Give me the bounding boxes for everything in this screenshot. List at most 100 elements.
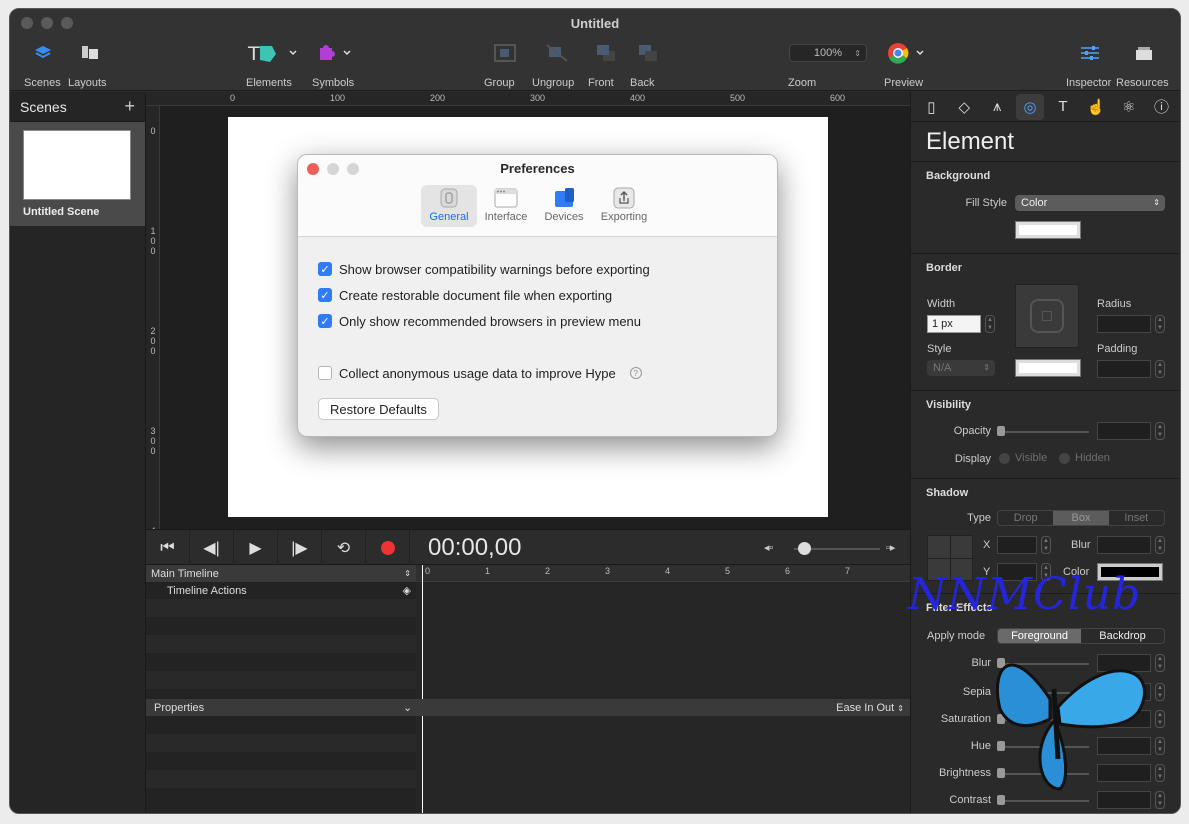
back-toolbar-button[interactable]: Back xyxy=(630,39,666,89)
play-button[interactable]: ▶︎ xyxy=(234,530,278,566)
scenes-toolbar-button[interactable]: Scenes xyxy=(24,39,62,89)
go-to-start-button[interactable]: ⏮ xyxy=(146,530,190,566)
zoom-field[interactable]: 100% ⇕ xyxy=(789,44,867,62)
inspector-toolbar-button[interactable]: Inspector xyxy=(1066,39,1114,89)
tab-interface[interactable]: Interface xyxy=(478,185,534,227)
shadow-x-stepper[interactable]: ▲ ▼ xyxy=(1041,536,1051,554)
tab-general[interactable]: General xyxy=(421,185,477,227)
fill-style-label: Fill Style xyxy=(965,197,1007,209)
visibility-title: Visibility xyxy=(926,399,972,411)
step-forward-button[interactable]: |▶︎ xyxy=(278,530,322,566)
recommended-browsers-checkbox[interactable]: ✓ Only show recommended browsers in prev… xyxy=(318,308,777,334)
usage-data-checkbox[interactable]: Collect anonymous usage data to improve … xyxy=(318,360,777,386)
timecode-display: 00:00,00 xyxy=(428,534,522,561)
info-icon[interactable]: ⓘ xyxy=(1148,94,1176,120)
timeline-zoom-slider[interactable] xyxy=(794,542,880,555)
scenes-panel: Scenes + Untitled Scene xyxy=(10,92,146,813)
ungroup-toolbar-button[interactable]: Ungroup xyxy=(532,39,582,89)
inspector-title: Element xyxy=(911,122,1180,162)
group-icon xyxy=(484,39,526,67)
padding-field[interactable] xyxy=(1097,360,1151,378)
opacity-stepper[interactable]: ▲ ▼ xyxy=(1155,422,1165,440)
radius-stepper[interactable]: ▲ ▼ xyxy=(1155,315,1165,333)
shadow-type-box[interactable]: Box xyxy=(1053,511,1109,525)
display-label: Display xyxy=(954,453,991,465)
front-toolbar-button[interactable]: Front xyxy=(588,39,624,89)
easing-selector[interactable]: Ease In Out ⇕ xyxy=(836,702,904,714)
fill-color-swatch[interactable] xyxy=(1015,221,1081,239)
background-title: Background xyxy=(926,170,991,182)
opacity-field[interactable] xyxy=(1097,422,1151,440)
zoom-in-timeline-icon[interactable]: ▫▸ xyxy=(886,541,895,554)
zoom-control[interactable]: 100% ⇕ Zoom xyxy=(788,39,868,89)
scene-item[interactable]: Untitled Scene xyxy=(10,122,145,226)
element-shape-icon[interactable]: ◎ xyxy=(1016,93,1045,120)
elements-toolbar-button[interactable]: T Elements xyxy=(246,39,298,89)
puzzle-icon xyxy=(312,39,356,67)
playhead[interactable] xyxy=(422,565,423,813)
border-width-field[interactable]: 1 px xyxy=(927,315,981,333)
horizontal-ruler: 0 100 200 300 400 500 600 xyxy=(146,92,910,106)
zoom-out-timeline-icon[interactable]: ◂▫ xyxy=(764,541,773,554)
devices-icon xyxy=(536,185,592,211)
shadow-type-segmented[interactable]: Drop Box Inset xyxy=(997,510,1165,526)
shadow-type-inset[interactable]: Inset xyxy=(1109,511,1164,525)
scenes-header: Scenes + xyxy=(10,92,145,122)
vertical-ruler: 0 1 0 0 2 0 0 3 0 0 4 xyxy=(146,106,160,529)
radius-field[interactable] xyxy=(1097,315,1151,333)
shadow-x-label: X xyxy=(983,539,991,551)
border-sides-selector[interactable] xyxy=(1015,284,1079,348)
record-button[interactable] xyxy=(366,530,410,566)
preferences-header: Preferences General Interface Devices Ex… xyxy=(298,155,777,237)
restorable-file-checkbox[interactable]: ✓ Create restorable document file when e… xyxy=(318,282,777,308)
filter-contrast-slider[interactable] xyxy=(997,795,1089,805)
border-style-popup[interactable]: N/A ⇕ xyxy=(927,360,995,376)
resources-toolbar-button[interactable]: Resources xyxy=(1116,39,1172,89)
step-forward-icon: |▶︎ xyxy=(291,540,308,557)
layers-icon xyxy=(24,39,62,67)
inspector-sliders-icon xyxy=(1066,39,1114,67)
timeline-actions-row[interactable]: Timeline Actions ◈ xyxy=(146,582,416,599)
background-section: Background Fill Style Color ⇕ xyxy=(911,162,1180,254)
stepper-icon: ⇕ xyxy=(1153,198,1160,207)
opacity-slider[interactable] xyxy=(997,426,1089,436)
main-timeline-selector[interactable]: Main Timeline ⇕ xyxy=(146,565,416,582)
restore-defaults-button[interactable]: Restore Defaults xyxy=(318,398,439,420)
help-icon[interactable]: ? xyxy=(629,367,642,379)
preferences-title: Preferences xyxy=(500,161,575,176)
shadow-x-field[interactable] xyxy=(997,536,1037,554)
border-width-stepper[interactable]: ▲ ▼ xyxy=(985,315,995,333)
loop-button[interactable]: ⟲ xyxy=(322,530,366,566)
shadow-title: Shadow xyxy=(926,487,969,499)
text-icon[interactable]: T xyxy=(1049,94,1077,120)
step-back-button[interactable]: ◀︎| xyxy=(190,530,234,566)
shadow-blur-stepper[interactable]: ▲ ▼ xyxy=(1155,536,1165,554)
display-visible-radio[interactable]: Visible xyxy=(999,452,1047,464)
atom-icon[interactable]: ⚛ xyxy=(1115,94,1143,120)
play-icon: ▶︎ xyxy=(249,540,262,557)
properties-header[interactable]: Properties ⌄ Ease In Out ⇕ xyxy=(146,699,910,716)
display-hidden-radio[interactable]: Hidden xyxy=(1059,452,1110,464)
compass-icon[interactable]: ⩚ xyxy=(983,94,1011,120)
compat-warnings-checkbox[interactable]: ✓ Show browser compatibility warnings be… xyxy=(318,256,777,282)
layouts-toolbar-button[interactable]: Layouts xyxy=(68,39,112,89)
scenes-title: Scenes xyxy=(20,98,67,115)
add-scene-button[interactable]: + xyxy=(124,96,135,117)
preview-toolbar-button[interactable]: Preview xyxy=(884,39,930,89)
shadow-type-drop[interactable]: Drop xyxy=(998,511,1053,525)
fill-style-popup[interactable]: Color ⇕ xyxy=(1015,195,1165,211)
stepper-icon: ⇕ xyxy=(404,569,411,578)
padding-stepper[interactable]: ▲ ▼ xyxy=(1155,360,1165,378)
shadow-blur-field[interactable] xyxy=(1097,536,1151,554)
document-icon[interactable]: ▯ xyxy=(917,94,945,120)
tab-exporting[interactable]: Exporting xyxy=(596,185,652,227)
layers-stack-icon[interactable]: ◇ xyxy=(950,94,978,120)
tab-devices[interactable]: Devices xyxy=(536,185,592,227)
symbols-toolbar-button[interactable]: Symbols xyxy=(312,39,356,89)
stepper-icon: ⇕ xyxy=(854,48,861,58)
timeline-grid[interactable]: 0 1 2 3 4 5 6 7 xyxy=(416,565,910,813)
border-width-label: Width xyxy=(927,298,956,310)
border-color-swatch[interactable] xyxy=(1015,359,1081,377)
group-toolbar-button[interactable]: Group xyxy=(484,39,526,89)
hand-icon[interactable]: ☝ xyxy=(1082,94,1110,120)
